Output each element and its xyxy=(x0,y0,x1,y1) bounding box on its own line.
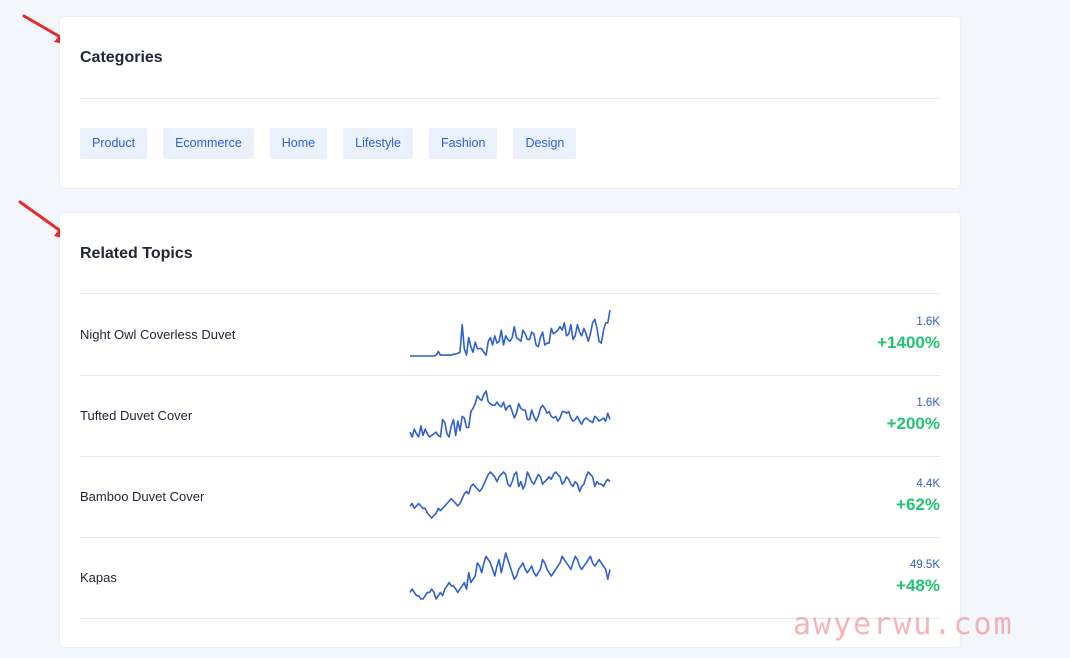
related-topics-card: Related Topics Night Owl Coverless Duvet… xyxy=(60,213,960,647)
sparkline-path xyxy=(409,390,611,438)
category-tag-lifestyle[interactable]: Lifestyle xyxy=(343,128,413,159)
topic-volume: 4.4K xyxy=(916,478,940,490)
topic-volume: 1.6K xyxy=(916,397,940,409)
topic-growth: +1400% xyxy=(877,333,940,352)
topic-name[interactable]: Bamboo Duvet Cover xyxy=(80,489,204,504)
topic-row[interactable]: Bamboo Duvet Cover 4.4K +62% xyxy=(80,456,940,538)
categories-card: Categories Product Ecommerce Home Lifest… xyxy=(60,17,960,188)
watermark-text: awyerwu.com xyxy=(793,607,1014,642)
topic-row[interactable]: Night Owl Coverless Duvet 1.6K +1400% xyxy=(80,294,940,376)
categories-title: Categories xyxy=(80,49,163,66)
sparkline-path xyxy=(410,309,611,357)
category-tags: Product Ecommerce Home Lifestyle Fashion… xyxy=(80,128,577,159)
related-topics-title: Related Topics xyxy=(80,245,193,262)
topic-volume: 1.6K xyxy=(916,316,940,328)
category-tag-fashion[interactable]: Fashion xyxy=(428,128,498,159)
topic-name[interactable]: Tufted Duvet Cover xyxy=(80,408,192,423)
topic-growth: +62% xyxy=(896,495,940,514)
topic-name[interactable]: Night Owl Coverless Duvet xyxy=(80,327,235,342)
category-tag-product[interactable]: Product xyxy=(80,128,148,159)
topic-trend-sparkline xyxy=(409,471,611,519)
topic-trend-sparkline xyxy=(409,552,611,600)
sparkline-path xyxy=(409,471,611,519)
topic-growth: +200% xyxy=(886,414,940,433)
category-tag-home[interactable]: Home xyxy=(269,128,328,159)
topic-row[interactable]: Tufted Duvet Cover 1.6K +200% xyxy=(80,375,940,457)
topic-trend-sparkline xyxy=(409,390,611,438)
category-tag-ecommerce[interactable]: Ecommerce xyxy=(163,128,254,159)
categories-divider xyxy=(80,98,940,99)
sparkline-path xyxy=(409,552,611,600)
category-tag-design[interactable]: Design xyxy=(513,128,577,159)
topic-growth: +48% xyxy=(896,576,940,595)
topic-volume: 49.5K xyxy=(909,559,940,571)
topic-trend-sparkline xyxy=(410,309,611,357)
topic-name[interactable]: Kapas xyxy=(80,570,117,585)
